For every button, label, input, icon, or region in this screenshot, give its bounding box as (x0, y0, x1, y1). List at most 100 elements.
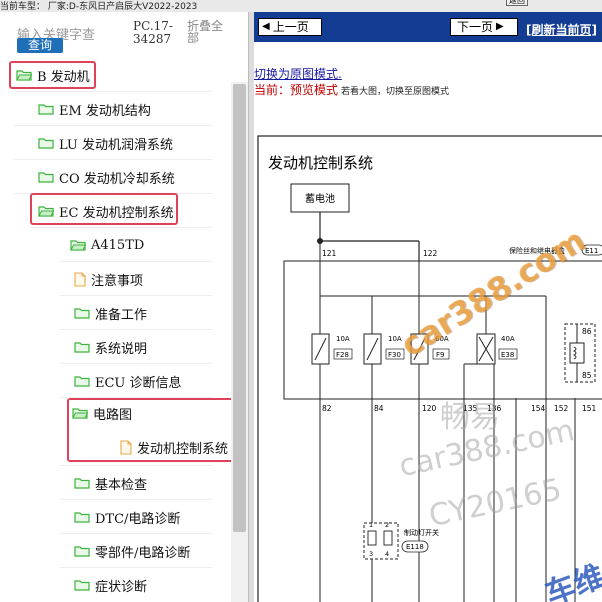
mode-label: 当前： (254, 83, 291, 97)
tree-item-label: CO 发动机冷却系统 (59, 171, 175, 187)
switch-pin: 4 (385, 550, 389, 558)
switch-contact (383, 530, 393, 546)
tree-item-system-description[interactable]: 系统说明 (74, 334, 147, 360)
tree-item-lu[interactable]: LU 发动机润滑系统 (38, 130, 173, 156)
wire-label: 136 (487, 404, 502, 413)
next-page-button[interactable]: 下一页 ▶ (450, 18, 518, 36)
tree-item-em[interactable]: EM 发动机结构 (38, 96, 151, 122)
fuse-code: F30 (388, 351, 401, 359)
tree-item-label: 注意事项 (91, 273, 144, 289)
highlight-box (9, 61, 96, 89)
wire-label: 121 (322, 249, 337, 258)
tree-item-basic-inspection[interactable]: 基本检查 (74, 470, 147, 496)
relay-pin: 86 (582, 327, 592, 336)
fuse-box-label: 保险丝和继电器盒 (509, 246, 565, 255)
pc-code-label: PC.17-34287 (133, 19, 173, 46)
folder-icon (74, 308, 90, 319)
tree-item-label: 基本检查 (95, 477, 148, 493)
relay-pin: 85 (582, 371, 592, 380)
fuse-code: E38 (501, 351, 514, 359)
tree-item-symptom-diagnosis[interactable]: 症状诊断 (74, 572, 147, 598)
folder-icon (74, 512, 90, 523)
tree-item-co[interactable]: CO 发动机冷却系统 (38, 164, 175, 190)
window-title-bar: 当前车型： 厂家:D-东风日产启辰大V2022-2023 返回 (0, 0, 602, 12)
row-divider (60, 499, 212, 500)
connector-code: E118 (406, 543, 424, 551)
folder-icon (38, 138, 54, 149)
wire-label: 82 (322, 404, 332, 413)
sidebar-scrollbar-thumb[interactable] (233, 84, 246, 532)
wire-label: 135 (463, 404, 478, 413)
sidebar-panel: 输入关键字查 查询 PC.17-34287 折叠全部 B 发动机 EM 发动机结… (0, 12, 248, 602)
row-divider (60, 567, 212, 568)
tree-item-label: EM 发动机结构 (59, 103, 151, 119)
prev-page-button[interactable]: ◀ 上一页 (258, 18, 322, 36)
tree-item-ecu-diagnosis[interactable]: ECU 诊断信息 (74, 368, 182, 394)
fuse-box-outline (283, 260, 602, 400)
tree-item-label: 症状诊断 (95, 579, 148, 595)
row-divider (60, 295, 212, 296)
switch-mode-link[interactable]: 切换为原图模式. (254, 65, 342, 82)
highlight-box (30, 193, 178, 225)
wiring-diagram-svg: 发动机控制系统 蓄电池 121 122 保险丝和继电器盒 E11 10A F28… (257, 135, 602, 602)
folder-icon (74, 580, 90, 591)
row-divider (30, 227, 212, 228)
row-divider (14, 159, 212, 160)
tree-item-label: 准备工作 (95, 307, 148, 323)
tree-item-component-diagnosis[interactable]: 零部件/电路诊断 (74, 538, 190, 564)
switch-pin: 3 (369, 550, 373, 558)
folder-open-icon (70, 240, 86, 251)
folder-icon (38, 172, 54, 183)
document-icon (74, 271, 86, 287)
refresh-page-link[interactable]: [刷新当前页] (526, 21, 597, 38)
tree-item-preparation[interactable]: 准备工作 (74, 300, 147, 326)
tree-item-a415td[interactable]: A415TD (70, 232, 144, 258)
switch-pin: 1 (369, 521, 373, 529)
next-page-label: 下一页 (457, 20, 494, 34)
fuse-code: F28 (336, 351, 349, 359)
tree-item-label: A415TD (91, 237, 145, 253)
fuse-rating: 10A (388, 335, 402, 343)
wire-label: 122 (423, 249, 438, 258)
folder-icon (74, 478, 90, 489)
highlight-box (67, 398, 234, 462)
folder-icon (74, 342, 90, 353)
fuse-rating: 60A (435, 335, 449, 343)
tree-item-label: 零部件/电路诊断 (95, 545, 191, 561)
search-button[interactable]: 查询 (17, 38, 63, 53)
window-title: 当前车型： 厂家:D-东风日产启辰大V2022-2023 (0, 2, 198, 12)
tree-item-precautions[interactable]: 注意事项 (74, 266, 143, 292)
tree-item-label: LU 发动机润滑系统 (59, 137, 174, 153)
row-divider (60, 363, 212, 364)
brake-switch-label: 制动灯开关 (404, 528, 439, 537)
collapse-all-link[interactable]: 折叠全部 (187, 20, 231, 44)
wiring-diagram[interactable]: 发动机控制系统 蓄电池 121 122 保险丝和继电器盒 E11 10A F28… (254, 126, 602, 602)
tree-item-label: ECU 诊断信息 (95, 375, 182, 391)
row-divider (14, 91, 212, 92)
mode-value: 预览模式 (290, 83, 339, 97)
wire-label: 151 (582, 404, 597, 413)
battery-label: 蓄电池 (305, 192, 335, 205)
tree-item-dtc-diagnosis[interactable]: DTC/电路诊断 (74, 504, 180, 530)
relay-coil (569, 342, 585, 364)
fuse-rating: 10A (336, 335, 350, 343)
tree-item-label: DTC/电路诊断 (95, 511, 181, 527)
row-divider (14, 125, 212, 126)
viewer-panel: ◀ 上一页 下一页 ▶ [刷新当前页] 切换为原图模式. 当前：预览模式 若看大图… (254, 12, 602, 602)
wire-label: 152 (554, 404, 569, 413)
folder-icon (74, 546, 90, 557)
row-divider (60, 533, 212, 534)
wire-label: 154 (531, 404, 546, 413)
wire-label: 120 (422, 404, 437, 413)
fuse-rating: 40A (501, 335, 515, 343)
connector-code: E11 (585, 247, 598, 255)
prev-page-label: 上一页 (272, 20, 309, 34)
row-divider (60, 465, 212, 466)
folder-icon (38, 104, 54, 115)
switch-contact (367, 530, 377, 546)
mode-status: 当前：预览模式 若看大图，切换至原图模式 (254, 81, 449, 98)
mode-hint: 若看大图，切换至原图模式 (341, 87, 450, 97)
return-button[interactable]: 返回 (506, 0, 528, 6)
folder-icon (74, 376, 90, 387)
arrow-left-icon: ◀ (262, 21, 270, 32)
